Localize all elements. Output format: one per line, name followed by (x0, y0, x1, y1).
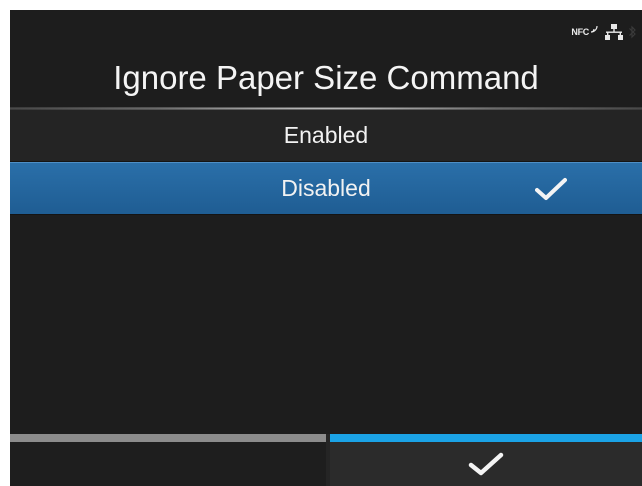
network-icon (605, 24, 623, 40)
option-disabled[interactable]: Disabled (10, 162, 642, 215)
printer-lcd-screen: NFC Ignore Paper Size Command Enabled Di… (10, 10, 642, 486)
option-label: Disabled (281, 175, 371, 201)
option-enabled[interactable]: Enabled (10, 110, 642, 162)
option-label: Enabled (283, 122, 369, 148)
status-icons: NFC (571, 24, 636, 40)
softkey-bar (10, 434, 642, 486)
check-icon (535, 177, 567, 200)
check-icon (468, 452, 504, 476)
page-title: Ignore Paper Size Command (113, 59, 539, 96)
softkey-confirm[interactable] (330, 434, 642, 486)
option-list: Enabled Disabled (10, 110, 642, 215)
bluetooth-icon (629, 25, 636, 39)
softkey-left[interactable] (10, 434, 326, 486)
nfc-waves-icon (590, 25, 598, 33)
nfc-label: NFC (571, 27, 589, 37)
nfc-icon: NFC (571, 25, 599, 37)
